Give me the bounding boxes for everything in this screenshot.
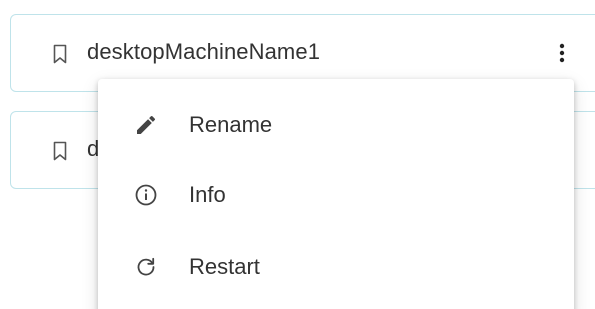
menu-item-label: Rename xyxy=(189,112,273,137)
machine-name: desktopMachineName1 xyxy=(87,39,321,64)
restart-icon xyxy=(134,255,158,279)
menu-item-info[interactable]: Info xyxy=(98,160,574,230)
machine-context-menu: Rename Info Restart xyxy=(98,79,574,309)
info-icon xyxy=(134,183,158,207)
menu-item-label: Restart xyxy=(189,254,260,279)
pencil-icon xyxy=(134,113,158,137)
menu-item-label: Info xyxy=(189,182,226,207)
menu-item-rename[interactable]: Rename xyxy=(98,90,574,160)
bookmark-icon xyxy=(53,44,67,64)
page: desktopMachineName1 d Rename Info Restar… xyxy=(0,0,595,309)
more-vertical-icon[interactable] xyxy=(552,41,572,67)
menu-item-restart[interactable]: Restart xyxy=(98,232,574,302)
bookmark-icon xyxy=(53,141,67,161)
